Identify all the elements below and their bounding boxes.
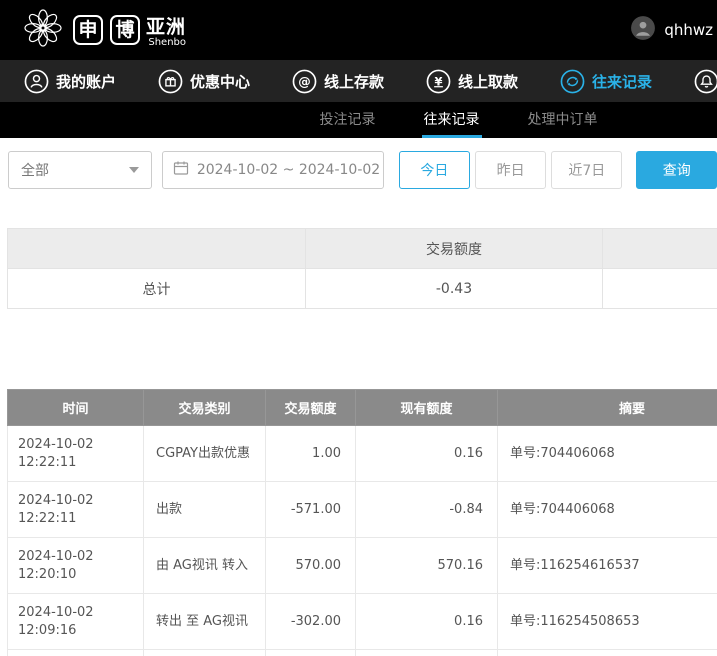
sub-tab-bar: 投注记录 往来记录 处理中订单 xyxy=(0,102,717,138)
last7days-button[interactable]: 近7日 xyxy=(551,151,622,189)
withdraw-yen-icon: ¥ xyxy=(426,69,451,94)
tab-pending-orders[interactable]: 处理中订单 xyxy=(526,102,600,138)
svg-text:@: @ xyxy=(298,73,311,88)
yesterday-button[interactable]: 昨日 xyxy=(475,151,546,189)
col-header-amount: 交易额度 xyxy=(266,390,356,426)
table-cell: 单号:704406068 xyxy=(498,482,717,538)
filter-bar: 全部 2024-10-02 ~ 2024-10-02 今日 昨日 近7日 查询 xyxy=(0,138,717,204)
table-cell: 302.16 xyxy=(356,650,498,656)
table-row: 2024-10-02 12:20:10由 AG视讯 转入570.00570.16… xyxy=(8,538,717,594)
table-cell: 2024-10-02 12:22:11 xyxy=(8,426,144,482)
col-header-type: 交易类别 xyxy=(144,390,266,426)
user-account[interactable]: qhhwz xyxy=(630,15,713,45)
table-cell: 由 AG视讯 转入 xyxy=(144,538,266,594)
deposit-at-icon: @ xyxy=(292,69,317,94)
table-cell: 单号:202410033742959914 xyxy=(498,650,717,656)
table-cell: 0.16 xyxy=(356,426,498,482)
calendar-icon xyxy=(173,160,189,180)
table-cell: 0.16 xyxy=(356,594,498,650)
search-button[interactable]: 查询 xyxy=(636,151,717,189)
nav-item-my-account[interactable]: 我的账户 xyxy=(24,69,116,94)
brand-region-en: Shenbo xyxy=(146,37,186,48)
summary-total-value: -0.43 xyxy=(306,269,603,309)
table-cell: 2024-10-02 12:09:16 xyxy=(8,594,144,650)
col-header-summary: 摘要 xyxy=(498,390,717,426)
type-filter-select[interactable]: 全部 xyxy=(8,151,152,189)
transfer-arrows-icon xyxy=(560,69,585,94)
brand-char-1: 申 xyxy=(73,15,103,45)
nav-label: 线上取款 xyxy=(458,71,518,92)
table-cell: 出款 xyxy=(144,482,266,538)
account-person-icon xyxy=(24,69,49,94)
main-nav: 我的账户 优惠中心 @ xyxy=(0,60,717,102)
nav-item-deposit[interactable]: @ 线上存款 xyxy=(292,69,384,94)
date-range-input[interactable]: 2024-10-02 ~ 2024-10-02 xyxy=(162,151,384,189)
brand-region-cn: 亚洲 xyxy=(146,12,186,39)
user-avatar-icon xyxy=(630,15,656,45)
records-body: 2024-10-02 12:22:11CGPAY出款优惠1.000.16单号:7… xyxy=(8,426,717,656)
table-cell: 2024-10-02 12:22:11 xyxy=(8,482,144,538)
table-row: 2024-10-02 12:09:16转出 至 AG视讯-302.000.16单… xyxy=(8,594,717,650)
flower-icon xyxy=(20,5,66,55)
promo-gift-icon xyxy=(158,69,183,94)
date-range-value: 2024-10-02 ~ 2024-10-02 xyxy=(197,162,380,178)
records-header-row: 时间 交易类别 交易额度 现有额度 摘要 xyxy=(8,390,717,426)
nav-item-transactions[interactable]: 往来记录 xyxy=(560,69,652,94)
table-cell: 1.50 xyxy=(266,650,356,656)
type-filter-value: 全部 xyxy=(21,160,49,180)
col-header-time: 时间 xyxy=(8,390,144,426)
table-cell: 1.00 xyxy=(266,426,356,482)
tab-transaction-records[interactable]: 往来记录 xyxy=(422,102,482,138)
table-row: 2024-10-02 12:09:09CGPAY-CG钱包支付笔笔送优惠1.50… xyxy=(8,650,717,656)
chevron-down-icon xyxy=(129,167,139,173)
table-cell: 570.16 xyxy=(356,538,498,594)
brand-char-2: 博 xyxy=(110,15,140,45)
table-row: 2024-10-02 12:22:11出款-571.00-0.84单号:7044… xyxy=(8,482,717,538)
summary-header-empty xyxy=(8,229,306,269)
top-header: 申 博 亚洲 Shenbo qhhwz xyxy=(0,0,717,60)
tab-bet-records[interactable]: 投注记录 xyxy=(318,102,378,138)
nav-label: 线上存款 xyxy=(324,71,384,92)
table-cell: -302.00 xyxy=(266,594,356,650)
today-button[interactable]: 今日 xyxy=(399,151,470,189)
summary-header-empty-2 xyxy=(603,229,717,269)
page: 申 博 亚洲 Shenbo qhhwz xyxy=(0,0,717,656)
summary-total-row: 总计 -0.43 xyxy=(8,269,717,309)
table-cell: 2024-10-02 12:09:09 xyxy=(8,650,144,656)
table-cell: 单号:116254616537 xyxy=(498,538,717,594)
records-table: 时间 交易类别 交易额度 现有额度 摘要 2024-10-02 12:22:11… xyxy=(7,389,717,656)
table-cell: 单号:704406068 xyxy=(498,426,717,482)
table-cell: -571.00 xyxy=(266,482,356,538)
nav-item-withdraw[interactable]: ¥ 线上取款 xyxy=(426,69,518,94)
summary-total-label: 总计 xyxy=(8,269,306,309)
summary-table: 交易额度 总计 -0.43 xyxy=(7,228,717,309)
nav-label: 往来记录 xyxy=(592,71,652,92)
summary-total-empty xyxy=(603,269,717,309)
nav-item-promotions[interactable]: 优惠中心 xyxy=(158,69,250,94)
col-header-balance: 现有额度 xyxy=(356,390,498,426)
table-cell: 单号:116254508653 xyxy=(498,594,717,650)
table-cell: 570.00 xyxy=(266,538,356,594)
table-cell: CGPAY出款优惠 xyxy=(144,426,266,482)
brand-region: 亚洲 Shenbo xyxy=(146,12,186,48)
message-bell-icon xyxy=(694,69,717,94)
summary-header-row: 交易额度 xyxy=(8,229,717,269)
main-nav-inner: 我的账户 优惠中心 @ xyxy=(0,60,717,102)
nav-item-messages[interactable]: 信息 xyxy=(694,69,717,94)
table-cell: 2024-10-02 12:20:10 xyxy=(8,538,144,594)
table-cell: -0.84 xyxy=(356,482,498,538)
table-row: 2024-10-02 12:22:11CGPAY出款优惠1.000.16单号:7… xyxy=(8,426,717,482)
nav-label: 我的账户 xyxy=(56,71,116,92)
table-cell: CGPAY-CG钱包支付笔笔送优惠 xyxy=(144,650,266,656)
username: qhhwz xyxy=(664,21,713,39)
nav-label: 优惠中心 xyxy=(190,71,250,92)
summary-header-amount: 交易额度 xyxy=(306,229,603,269)
brand-logo[interactable]: 申 博 亚洲 Shenbo xyxy=(20,5,186,55)
table-cell: 转出 至 AG视讯 xyxy=(144,594,266,650)
